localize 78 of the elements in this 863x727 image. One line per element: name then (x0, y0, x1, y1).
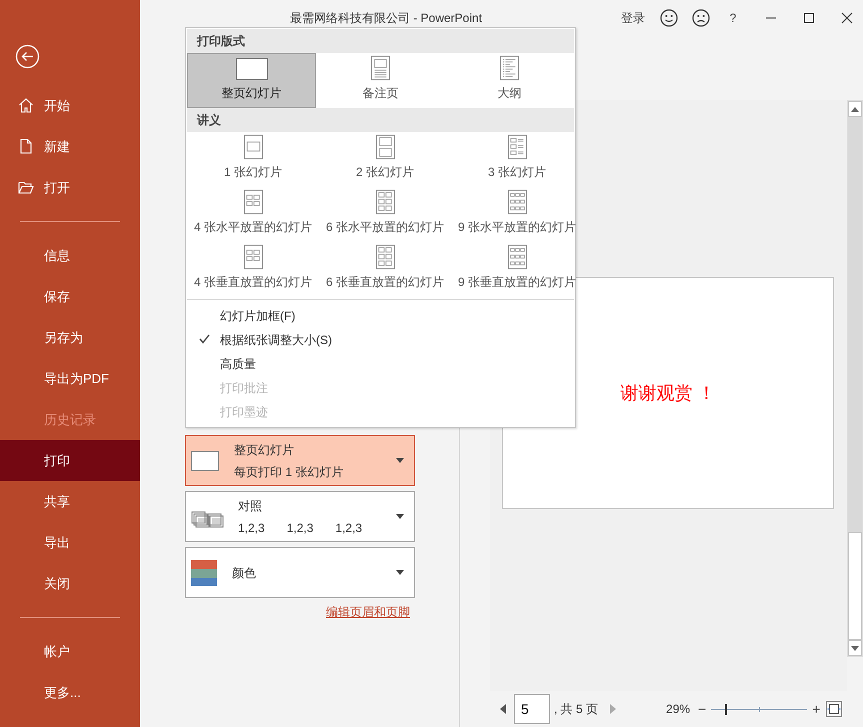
layout-option[interactable]: 4 张垂直放置的幻灯片 (187, 242, 320, 297)
document-icon (18, 138, 34, 154)
setting-title: 颜色 (232, 564, 257, 582)
layout-option[interactable]: 1 张幻灯片 (187, 132, 320, 187)
print-setting-dropdown[interactable]: 整页幻灯片 每页打印 1 张幻灯片 (185, 435, 415, 486)
layout-option[interactable]: 4 张水平放置的幻灯片 (187, 187, 320, 242)
menu-option[interactable]: 高质量 (187, 352, 574, 376)
sidebar-item[interactable]: 共享 (0, 481, 140, 522)
layout-option[interactable]: 2 张幻灯片 (319, 132, 452, 187)
print-setting-dropdown[interactable]: 颜色 (185, 547, 415, 598)
sidebar-item[interactable]: 关闭 (0, 563, 140, 604)
setting-title: 整页幻灯片 (234, 442, 295, 458)
layout-option[interactable]: 6 张水平放置的幻灯片 (319, 187, 452, 242)
handout-page-icon (242, 189, 264, 215)
home-icon (18, 97, 34, 113)
caret-icon (396, 570, 404, 575)
scrollbar[interactable] (847, 100, 863, 657)
handout-page-icon (374, 134, 397, 160)
help-button[interactable]: ? (717, 0, 749, 35)
fit-window-icon[interactable] (826, 701, 842, 717)
layout-option[interactable]: 3 张幻灯片 (451, 132, 584, 187)
scroll-up-icon[interactable] (848, 101, 862, 117)
page-count: , 共 5 页 (554, 701, 598, 718)
previous-page-icon[interactable] (500, 704, 506, 714)
caret-icon (396, 514, 404, 519)
slide-icon (234, 57, 268, 81)
outline-page-icon (498, 55, 521, 81)
back-icon[interactable] (15, 44, 40, 69)
setting-title: 对照 (238, 498, 263, 514)
setting-detail: 1,2,3 (335, 520, 362, 536)
sidebar-item[interactable]: 导出为PDF (0, 358, 140, 399)
sidebar-item[interactable]: 信息 (0, 235, 140, 276)
zoom-out-button[interactable]: − (698, 702, 706, 716)
sidebar-item[interactable]: 导出 (0, 522, 140, 563)
layout-option[interactable]: 备注页 (316, 53, 445, 108)
layout-option[interactable]: 大纲 (445, 53, 574, 108)
slider-thumb[interactable] (724, 704, 727, 714)
sidebar-item[interactable]: 另存为 (0, 317, 140, 358)
sidebar-item[interactable]: 打开 (0, 167, 140, 208)
caret-icon (396, 458, 404, 463)
setting-detail: 每页打印 1 张幻灯片 (234, 464, 344, 480)
sidebar-item[interactable]: 打印 (0, 440, 140, 481)
sidebar-item[interactable]: 保存 (0, 276, 140, 317)
handout-page-icon (506, 189, 529, 215)
layout-option[interactable]: 6 张垂直放置的幻灯片 (319, 242, 452, 297)
print-setting-dropdown[interactable]: 对照 1,2,3 1,2,3 1,2,3 (185, 491, 415, 542)
slide-text: 谢谢观赏 ！ (620, 382, 716, 404)
zoom-in-button[interactable]: + (812, 702, 820, 716)
notes-page-icon (369, 55, 392, 81)
menu-section-heading: 讲义 (187, 108, 574, 132)
sidebar-item[interactable]: 更多... (0, 672, 140, 713)
menu-section-heading: 打印版式 (187, 29, 574, 53)
handout-page-icon (374, 244, 397, 270)
handout-page-icon (506, 244, 529, 270)
sidebar-item[interactable]: 帐户 (0, 631, 140, 672)
setting-detail: 1,2,3 (238, 520, 265, 536)
page-number-field[interactable]: 5 (514, 694, 550, 724)
handout-page-icon (242, 244, 264, 270)
color-bars-icon (190, 558, 218, 586)
header-footer-link[interactable]: 编辑页眉和页脚 (185, 603, 410, 621)
menu-option[interactable]: 幻灯片加框(F) (187, 304, 574, 328)
folder-icon (18, 179, 34, 195)
sidebar-item[interactable]: 新建 (0, 126, 140, 167)
check-icon (199, 334, 210, 344)
handout-page-icon (374, 189, 397, 215)
window-title: 最需网络科技有限公司 - PowerPoint (290, 10, 482, 26)
sign-in-link[interactable]: 登录 (613, 0, 653, 35)
handout-page-icon (506, 134, 529, 160)
menu-option[interactable]: 根据纸张调整大小(S) (187, 328, 574, 352)
setting-detail: 1,2,3 (286, 520, 314, 536)
sidebar-item[interactable]: 开始 (0, 85, 140, 126)
layout-option[interactable]: 整页幻灯片 (187, 53, 316, 108)
handout-page-icon (242, 134, 264, 160)
layout-option[interactable]: 9 张垂直放置的幻灯片 (451, 242, 584, 297)
layout-option[interactable]: 9 张水平放置的幻灯片 (451, 187, 584, 242)
scrollbar-thumb[interactable] (848, 532, 862, 640)
zoom-percent: 29% (666, 701, 690, 718)
scroll-down-icon[interactable] (848, 640, 862, 656)
